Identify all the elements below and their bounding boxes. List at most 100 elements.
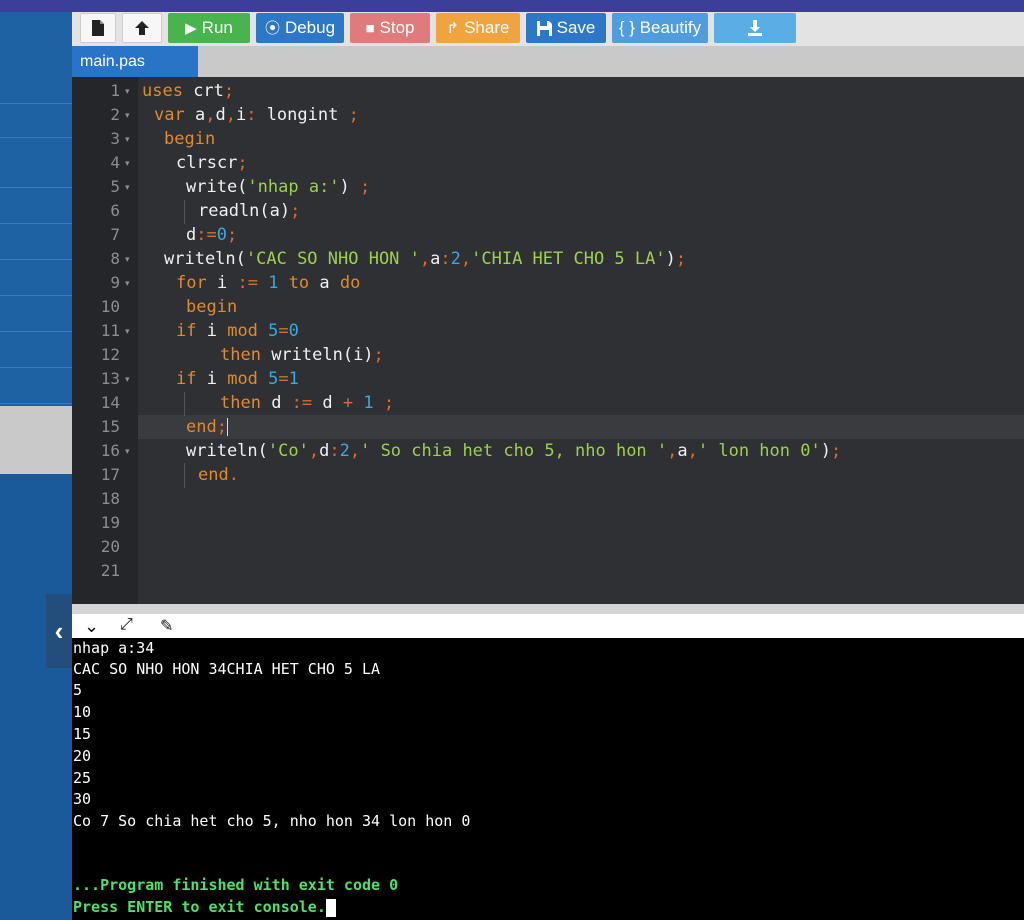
indent-guide xyxy=(184,463,185,487)
text-cursor xyxy=(226,418,228,436)
code-line-9: for i := 1 to a do xyxy=(176,273,361,293)
upload-icon xyxy=(135,21,149,35)
line-number: 15 xyxy=(100,417,120,436)
chevron-left-icon: ‹ xyxy=(54,615,64,646)
code-line-2: var a,d,i: longint ; xyxy=(154,105,359,125)
line-number: 8 xyxy=(110,249,120,268)
line-number: 9 xyxy=(110,273,120,292)
fold-arrow-icon[interactable]: ▾ xyxy=(125,103,130,127)
code-line-11: if i mod 5=0 xyxy=(176,321,299,341)
fold-arrow-icon[interactable]: ▾ xyxy=(125,175,130,199)
sidebar-gray-area xyxy=(0,406,72,474)
console-line: 20 xyxy=(73,747,92,765)
console-line: 25 xyxy=(73,769,92,787)
fold-arrow-icon[interactable]: ▾ xyxy=(125,271,130,295)
console-line: 15 xyxy=(73,725,92,743)
console-line: nhap a:34 xyxy=(73,639,155,657)
line-number: 3 xyxy=(110,129,120,148)
console-line: 30 xyxy=(73,790,92,808)
fold-arrow-icon[interactable]: ▾ xyxy=(125,367,130,391)
debug-icon: ⦿ xyxy=(264,19,280,37)
sidebar-collapse-button[interactable]: ‹ xyxy=(46,594,72,668)
sidebar-item[interactable] xyxy=(0,262,72,296)
line-number: 17 xyxy=(100,465,120,484)
line-number: 1 xyxy=(110,81,120,100)
line-number: 12 xyxy=(100,345,120,364)
play-icon: ▶ xyxy=(185,19,197,37)
beautify-button[interactable]: { } Beautify xyxy=(612,13,708,43)
code-line-14: then d := d + 1 ; xyxy=(220,393,395,413)
active-line-highlight xyxy=(138,415,1024,439)
code-line-13: if i mod 5=1 xyxy=(176,369,299,389)
save-icon xyxy=(536,20,552,36)
line-number: 11 xyxy=(100,321,120,340)
console-line: 5 xyxy=(73,681,83,699)
line-number: 21 xyxy=(100,561,120,580)
line-number: 4 xyxy=(110,153,120,172)
code-line-10: begin xyxy=(186,297,238,317)
code-line-12: then writeln(i); xyxy=(220,345,384,365)
download-button[interactable] xyxy=(714,13,796,43)
debug-button[interactable]: ⦿ Debug xyxy=(256,13,344,43)
code-line-4: clrscr; xyxy=(176,153,248,173)
sidebar-item[interactable] xyxy=(0,370,72,404)
stop-button[interactable]: ■ Stop xyxy=(350,13,430,43)
download-icon xyxy=(748,20,762,36)
code-line-7: d:=0; xyxy=(186,225,238,245)
clear-console-icon[interactable]: ✎ xyxy=(160,616,173,636)
line-number: 2 xyxy=(110,105,120,124)
console-toolbar: ⌄ ⤢ ✎ xyxy=(72,614,1024,638)
chevron-down-icon[interactable]: ⌄ xyxy=(84,616,99,637)
sidebar-item[interactable] xyxy=(0,70,72,104)
sidebar-item[interactable] xyxy=(0,190,72,224)
new-file-button[interactable] xyxy=(80,13,116,43)
fold-arrow-icon[interactable]: ▾ xyxy=(125,79,130,103)
console-line: ...Program finished with exit code 0 xyxy=(73,876,399,894)
fold-arrow-icon[interactable]: ▾ xyxy=(125,151,130,175)
output-console[interactable]: nhap a:34 CAC SO NHO HON 34CHIA HET CHO … xyxy=(72,638,1024,920)
line-number: 5 xyxy=(110,177,120,196)
code-line-15: end; xyxy=(186,417,228,437)
sidebar-item[interactable] xyxy=(0,154,72,188)
sidebar-item[interactable] xyxy=(0,104,72,138)
console-line: Co 7 So chia het cho 5, nho hon 34 lon h… xyxy=(73,812,471,830)
fold-arrow-icon[interactable]: ▾ xyxy=(125,247,130,271)
fold-arrow-icon[interactable]: ▾ xyxy=(125,439,130,463)
line-number: 6 xyxy=(110,201,120,220)
file-icon xyxy=(92,20,104,36)
share-button[interactable]: ↱ Share xyxy=(436,13,520,43)
stop-icon: ■ xyxy=(365,19,375,37)
sidebar-lower-area xyxy=(0,474,72,920)
fold-arrow-icon[interactable]: ▾ xyxy=(125,127,130,151)
line-number: 14 xyxy=(100,393,120,412)
panel-splitter[interactable] xyxy=(72,604,1024,614)
console-line: Press ENTER to exit console. xyxy=(73,897,336,917)
expand-icon[interactable]: ⤢ xyxy=(120,616,133,634)
save-button[interactable]: Save xyxy=(526,13,606,43)
code-editor[interactable]: 1 2 3 4 5 6 7 8 9 10 11 12 13 14 15 16 1… xyxy=(72,77,1024,604)
console-cursor xyxy=(325,898,336,917)
line-number: 18 xyxy=(100,489,120,508)
tab-main-pas[interactable]: main.pas xyxy=(72,46,198,77)
sidebar-item[interactable] xyxy=(0,226,72,260)
file-tab-bar: main.pas xyxy=(72,46,1024,77)
code-line-17: end. xyxy=(198,465,239,485)
code-line-5: write('nhap a:') ; xyxy=(186,177,371,197)
line-number: 20 xyxy=(100,537,120,556)
indent-guide xyxy=(184,200,185,224)
run-button[interactable]: ▶ Run xyxy=(168,13,250,43)
code-line-8: writeln('CAC SO NHO HON ',a:2,'CHIA HET … xyxy=(164,249,687,269)
code-line-16: writeln('Co',d:2,' So chia het cho 5, nh… xyxy=(186,441,842,461)
indent-guide xyxy=(184,392,185,416)
upload-button[interactable] xyxy=(122,13,162,43)
line-number: 7 xyxy=(110,225,120,244)
sidebar-item[interactable] xyxy=(0,298,72,332)
code-line-1: uses crt; xyxy=(142,81,235,101)
console-line: 10 xyxy=(73,703,92,721)
line-number: 10 xyxy=(100,297,120,316)
console-line: CAC SO NHO HON 34CHIA HET CHO 5 LA xyxy=(73,660,381,678)
fold-arrow-icon[interactable]: ▾ xyxy=(125,319,130,343)
editor-toolbar: ▶ Run ⦿ Debug ■ Stop ↱ Share Save { } Be… xyxy=(72,12,1024,46)
share-icon: ↱ xyxy=(446,19,460,37)
sidebar-item[interactable] xyxy=(0,334,72,368)
